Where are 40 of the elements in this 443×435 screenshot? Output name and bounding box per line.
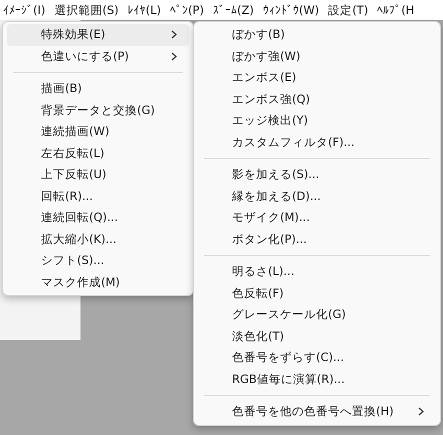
menu-item[interactable]: 色番号を他の色番号へ置換(H)	[198, 401, 436, 422]
menu-item[interactable]: 背景データと交換(G)	[7, 100, 189, 121]
chevron-right-icon	[418, 407, 424, 416]
menu-bar-item[interactable]: ｲﾒｰｼﾞ(I)	[3, 3, 46, 17]
menu-bar-item[interactable]: ﾍﾟﾝ(P)	[170, 3, 204, 17]
menu-item[interactable]: 淡色化(T)	[198, 326, 436, 347]
menu-bar-item[interactable]: 選択範囲(S)	[54, 2, 119, 18]
menu-item[interactable]: グレースケール化(G)	[198, 304, 436, 326]
menu-item[interactable]: 影を加える(S)...	[198, 164, 436, 186]
menu-bar-item[interactable]: ﾍﾙﾌﾟ(H	[377, 3, 414, 17]
menu-item[interactable]: 回転(R)...	[7, 186, 189, 207]
menu-bar-item[interactable]: ｽﾞｰﾑ(Z)	[212, 3, 254, 17]
menu-item[interactable]: 拡大縮小(K)...	[7, 228, 189, 250]
menu-bar-item[interactable]: ﾚｲﾔ(L)	[128, 3, 162, 17]
menu-item[interactable]: マスク作成(M)	[7, 272, 189, 293]
menu-item[interactable]: エンボス強(Q)	[198, 88, 436, 110]
menu-item[interactable]: 色番号をずらす(C)...	[198, 347, 436, 368]
menu-bar-item[interactable]: ｳｨﾝﾄﾞｳ(W)	[262, 3, 320, 17]
menu-item[interactable]: 連続回転(Q)...	[7, 207, 189, 228]
menu-item[interactable]: 特殊効果(E)	[7, 24, 189, 46]
menu-item[interactable]: エンボス(E)	[198, 67, 436, 88]
menu-item[interactable]: 縁を加える(D)...	[198, 186, 436, 207]
menu-item[interactable]: シフト(S)...	[7, 250, 189, 272]
menu-bar-item[interactable]: 設定(T)	[328, 2, 368, 18]
menu-item[interactable]: 明るさ(L)...	[198, 261, 436, 282]
chevron-right-icon	[171, 30, 177, 40]
menu-item[interactable]: 描画(B)	[7, 78, 189, 100]
menu-item[interactable]: カスタムフィルタ(F)...	[198, 132, 436, 153]
menu-item[interactable]: RGB値毎に演算(R)...	[198, 368, 436, 390]
menu-item[interactable]: ぼかす強(W)	[198, 46, 436, 67]
menu-item[interactable]: ボタン化(P)...	[198, 228, 436, 250]
menu-item[interactable]: 連続描画(W)	[7, 121, 189, 142]
menu-item[interactable]: 左右反転(L)	[7, 142, 189, 164]
menu-item[interactable]: 色反転(F)	[198, 282, 436, 304]
menu-item[interactable]: 色違いにする(P)	[7, 46, 189, 67]
menu-item[interactable]: エッジ検出(Y)	[198, 110, 436, 132]
menu-item[interactable]: ぼかす(B)	[198, 24, 436, 46]
chevron-right-icon	[171, 52, 177, 61]
menu-item[interactable]: モザイク(M)...	[198, 207, 436, 228]
menu-item[interactable]: 上下反転(U)	[7, 164, 189, 186]
